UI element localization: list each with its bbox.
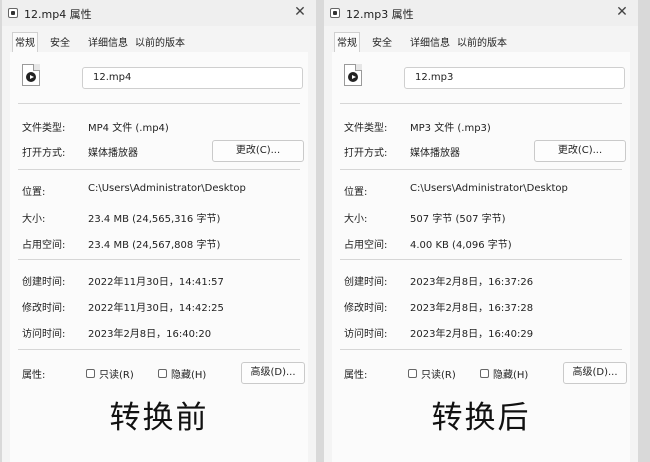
- properties-window-mp3: 12.mp3 属性 ✕ 常规 安全 详细信息 以前的版本 12.mp3 文件类型…: [324, 0, 638, 462]
- created-value: 2023年2月8日，16:37:26: [410, 277, 534, 288]
- title-bar: 12.mp3 属性 ✕: [324, 0, 638, 26]
- divider: [18, 349, 300, 350]
- after-caption: 转换后: [431, 400, 531, 436]
- hidden-label: 隐藏(H): [171, 370, 207, 381]
- created-label: 创建时间:: [22, 277, 66, 288]
- accessed-label: 访问时间:: [344, 329, 388, 340]
- tab-general[interactable]: 常规: [334, 32, 360, 54]
- tab-previous-versions[interactable]: 以前的版本: [457, 34, 507, 49]
- divider: [18, 169, 300, 170]
- attributes-label: 属性:: [344, 370, 368, 381]
- checkbox-box-icon: [480, 369, 489, 378]
- window-title: 12.mp4 属性: [24, 8, 92, 21]
- hidden-label: 隐藏(H): [493, 370, 529, 381]
- accessed-label: 访问时间:: [22, 329, 66, 340]
- size-label: 大小:: [22, 214, 46, 225]
- created-value: 2022年11月30日，14:41:57: [88, 277, 224, 288]
- checkbox-box-icon: [158, 369, 167, 378]
- tab-general[interactable]: 常规: [12, 32, 38, 54]
- tab-previous-versions[interactable]: 以前的版本: [135, 34, 185, 49]
- media-file-icon: [22, 64, 40, 86]
- open-with-value: 媒体播放器: [88, 148, 138, 159]
- hidden-checkbox[interactable]: 隐藏(H): [158, 366, 206, 381]
- media-file-icon: [344, 64, 362, 86]
- change-button[interactable]: 更改(C)...: [212, 140, 304, 162]
- readonly-checkbox[interactable]: 只读(R): [408, 366, 456, 381]
- size-value: 23.4 MB (24,565,316 字节): [88, 214, 221, 225]
- file-type-value: MP3 文件 (.mp3): [410, 123, 491, 134]
- close-icon[interactable]: ✕: [292, 4, 308, 20]
- tab-security[interactable]: 安全: [372, 34, 392, 49]
- divider: [18, 259, 300, 260]
- tab-details[interactable]: 详细信息: [88, 34, 128, 49]
- file-type-label: 文件类型:: [22, 123, 66, 134]
- window-icon: [8, 8, 18, 18]
- advanced-button[interactable]: 高级(D)...: [241, 362, 305, 384]
- file-type-value: MP4 文件 (.mp4): [88, 123, 169, 134]
- divider: [18, 103, 300, 104]
- size-label: 大小:: [344, 214, 368, 225]
- modified-value: 2022年11月30日，14:42:25: [88, 303, 224, 314]
- attributes-label: 属性:: [22, 370, 46, 381]
- close-icon[interactable]: ✕: [614, 4, 630, 20]
- divider: [340, 349, 622, 350]
- divider: [340, 169, 622, 170]
- filename-input[interactable]: 12.mp3: [404, 67, 625, 89]
- window-icon: [330, 8, 340, 18]
- size-value: 507 字节 (507 字节): [410, 214, 506, 225]
- filename-input[interactable]: 12.mp4: [82, 67, 303, 89]
- open-with-label: 打开方式:: [22, 148, 66, 159]
- location-value: C:\Users\Administrator\Desktop: [410, 183, 568, 194]
- hidden-checkbox[interactable]: 隐藏(H): [480, 366, 528, 381]
- accessed-value: 2023年2月8日，16:40:20: [88, 329, 212, 340]
- location-label: 位置:: [344, 187, 368, 198]
- disk-size-label: 占用空间:: [22, 240, 66, 251]
- location-value: C:\Users\Administrator\Desktop: [88, 183, 246, 194]
- location-label: 位置:: [22, 187, 46, 198]
- modified-label: 修改时间:: [22, 303, 66, 314]
- modified-value: 2023年2月8日，16:37:28: [410, 303, 534, 314]
- file-type-label: 文件类型:: [344, 123, 388, 134]
- readonly-checkbox[interactable]: 只读(R): [86, 366, 134, 381]
- disk-size-value: 23.4 MB (24,567,808 字节): [88, 240, 221, 251]
- before-caption: 转换前: [109, 400, 209, 436]
- tab-security[interactable]: 安全: [50, 34, 70, 49]
- divider: [340, 259, 622, 260]
- created-label: 创建时间:: [344, 277, 388, 288]
- title-bar: 12.mp4 属性 ✕: [2, 0, 316, 26]
- open-with-label: 打开方式:: [344, 148, 388, 159]
- modified-label: 修改时间:: [344, 303, 388, 314]
- open-with-value: 媒体播放器: [410, 148, 460, 159]
- properties-window-mp4: 12.mp4 属性 ✕ 常规 安全 详细信息 以前的版本 12.mp4 文件类型…: [2, 0, 316, 462]
- accessed-value: 2023年2月8日，16:40:29: [410, 329, 534, 340]
- tab-bar: 常规 安全 详细信息 以前的版本: [10, 32, 308, 54]
- readonly-label: 只读(R): [421, 370, 456, 381]
- tab-bar: 常规 安全 详细信息 以前的版本: [332, 32, 630, 54]
- disk-size-value: 4.00 KB (4,096 字节): [410, 240, 512, 251]
- window-title: 12.mp3 属性: [346, 8, 414, 21]
- checkbox-box-icon: [86, 369, 95, 378]
- tab-details[interactable]: 详细信息: [410, 34, 450, 49]
- checkbox-box-icon: [408, 369, 417, 378]
- advanced-button[interactable]: 高级(D)...: [563, 362, 627, 384]
- divider: [340, 103, 622, 104]
- readonly-label: 只读(R): [99, 370, 134, 381]
- change-button[interactable]: 更改(C)...: [534, 140, 626, 162]
- disk-size-label: 占用空间:: [344, 240, 388, 251]
